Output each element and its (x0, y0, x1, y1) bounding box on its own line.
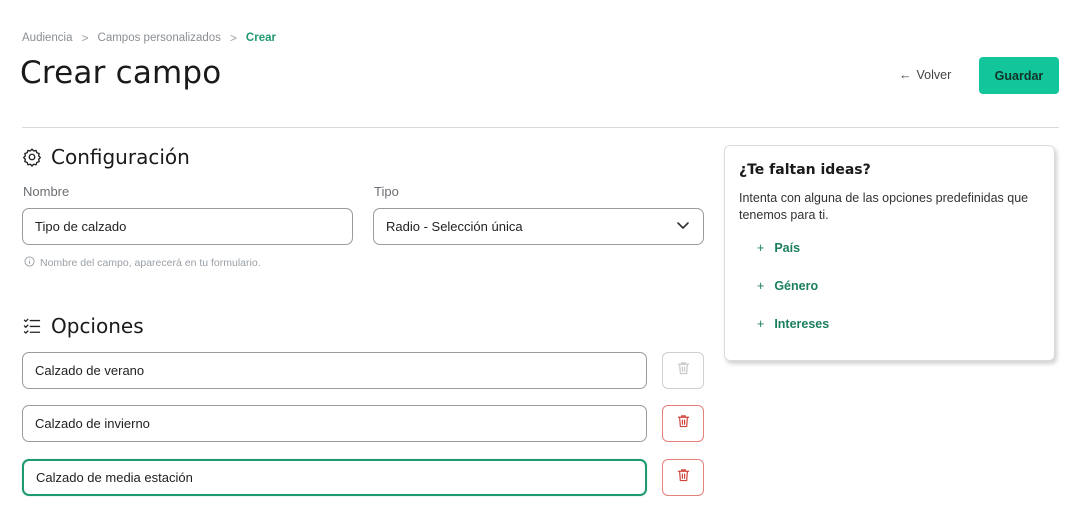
idea-item-intereses[interactable]: + Intereses (757, 317, 829, 331)
delete-option-button[interactable] (662, 352, 704, 389)
breadcrumb: Audiencia > Campos personalizados > Crea… (22, 31, 276, 45)
breadcrumb-item-audiencia[interactable]: Audiencia (22, 32, 73, 44)
type-label: Tipo (374, 184, 399, 199)
header-divider (22, 127, 1059, 128)
option-input[interactable] (22, 352, 647, 389)
plus-icon: + (757, 241, 765, 255)
options-section-title: Opciones (22, 314, 144, 338)
ideas-card: ¿Te faltan ideas? Intenta con alguna de … (724, 145, 1055, 361)
info-icon (24, 256, 35, 270)
save-button[interactable]: Guardar (979, 57, 1059, 94)
idea-label: Género (774, 279, 819, 293)
trash-icon (677, 468, 690, 487)
idea-label: Intereses (774, 317, 830, 331)
option-input[interactable] (22, 405, 647, 442)
breadcrumb-separator: > (81, 31, 89, 45)
name-input[interactable] (22, 208, 353, 245)
gear-icon (22, 147, 42, 167)
idea-item-pais[interactable]: + País (757, 241, 800, 255)
arrow-left-icon: ← (899, 68, 912, 82)
page-title: Crear campo (20, 55, 222, 91)
breadcrumb-item-campos[interactable]: Campos personalizados (98, 32, 221, 44)
plus-icon: + (757, 279, 765, 293)
type-select[interactable]: Radio - Selección única (373, 208, 704, 245)
ideas-title: ¿Te faltan ideas? (739, 162, 871, 178)
idea-item-genero[interactable]: + Género (757, 279, 818, 293)
trash-icon (677, 361, 690, 380)
config-title: Configuración (51, 145, 190, 169)
ideas-text: Intenta con alguna de las opciones prede… (739, 191, 1029, 222)
name-label: Nombre (23, 184, 70, 199)
breadcrumb-separator: > (229, 31, 237, 45)
option-input[interactable] (22, 459, 647, 496)
checklist-icon (22, 316, 42, 336)
delete-option-button[interactable] (662, 405, 704, 442)
back-label: Volver (916, 68, 952, 82)
idea-label: País (774, 241, 801, 255)
back-link[interactable]: ← Volver (899, 68, 951, 82)
trash-icon (677, 414, 690, 433)
name-hint: Nombre del campo, aparecerá en tu formul… (24, 256, 261, 270)
options-title: Opciones (51, 314, 144, 338)
type-select-value: Radio - Selección única (386, 219, 523, 234)
plus-icon: + (757, 317, 765, 331)
breadcrumb-current: Crear (245, 32, 276, 44)
hint-text: Nombre del campo, aparecerá en tu formul… (40, 257, 261, 269)
delete-option-button[interactable] (662, 459, 704, 496)
chevron-down-icon (675, 217, 691, 236)
config-section-title: Configuración (22, 145, 190, 169)
